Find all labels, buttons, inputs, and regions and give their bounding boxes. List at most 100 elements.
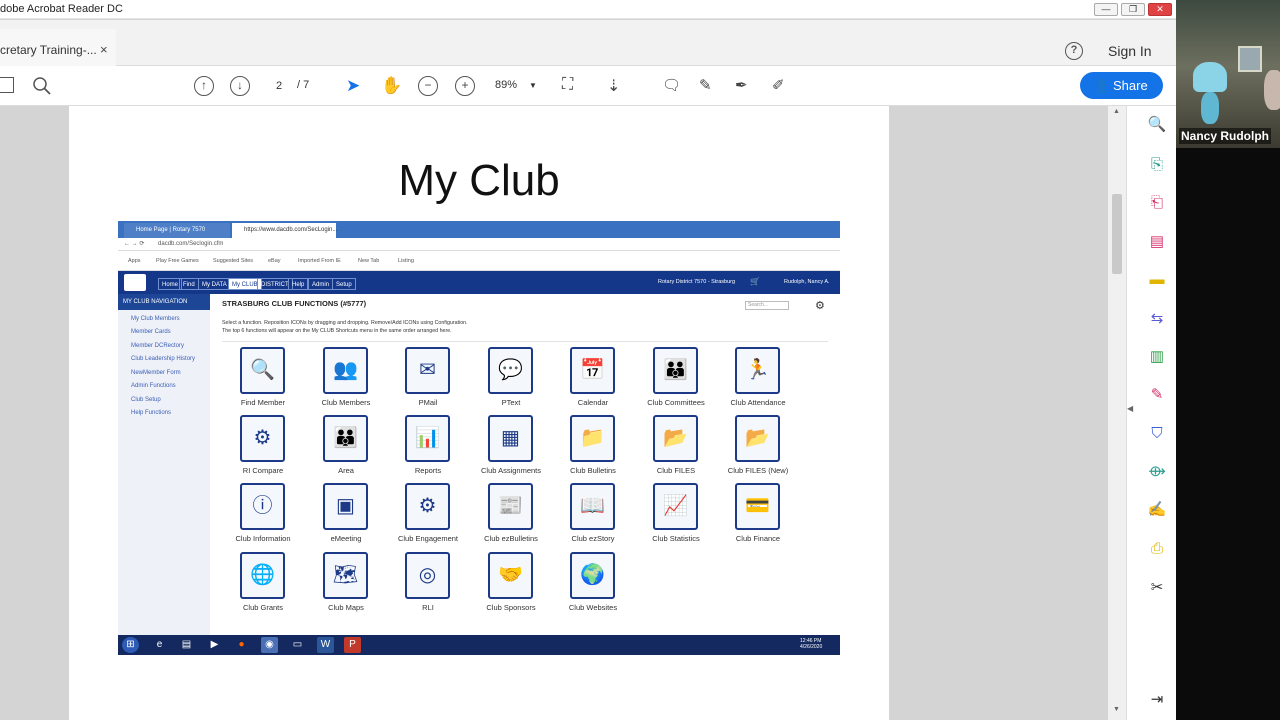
- mail-icon[interactable]: [0, 77, 14, 93]
- function-tile-icon: 🤝: [488, 552, 533, 599]
- lamp-shade: [1193, 62, 1227, 92]
- bookmark-item: Play Free Games: [156, 258, 199, 264]
- collapse-pane-arrow[interactable]: ◀: [1127, 404, 1133, 413]
- function-tile: 📊 Reports: [387, 415, 469, 481]
- function-tile-icon: 🌍: [570, 552, 615, 599]
- export-pdf-icon[interactable]: ⎘: [1147, 155, 1167, 175]
- function-tile-label: Club Engagement: [397, 534, 459, 543]
- function-tile: ◎ RLI: [387, 552, 469, 618]
- function-tile: 📈 Club Statistics: [635, 483, 717, 549]
- function-tile-label: Calendar: [577, 398, 609, 407]
- sign-in-link[interactable]: Sign In: [1108, 43, 1152, 59]
- function-tile: 💬 PText: [470, 347, 552, 413]
- organize-pages-icon[interactable]: ▤: [1147, 232, 1167, 252]
- page-number-input[interactable]: 2: [265, 77, 293, 95]
- function-tile: ▣ eMeeting: [305, 483, 387, 549]
- window-titlebar: dobe Acrobat Reader DC — ❐ ✕: [0, 0, 1176, 19]
- close-window-button[interactable]: ✕: [1148, 3, 1172, 16]
- sign-icon[interactable]: ✒: [735, 76, 755, 96]
- page-total: / 7: [297, 79, 310, 91]
- system-clock: 12:46 PM 4/26/2020: [800, 638, 822, 650]
- bookmark-item: Suggested Sites: [213, 258, 254, 264]
- scroll-up-arrow[interactable]: ▲: [1113, 108, 1120, 115]
- function-tile-icon: ⚙: [405, 483, 450, 530]
- firefox-icon: ●: [238, 639, 245, 650]
- browser-url: dacdb.com/Seclogin.cfm: [158, 241, 224, 247]
- bookmarks-bar: Apps Play Free Games Suggested Sites eBa…: [118, 251, 840, 271]
- function-tile: 📂 Club FILES (New): [717, 415, 799, 481]
- sidebar-item: Member Cards: [131, 329, 171, 335]
- search-icon[interactable]: [32, 76, 52, 96]
- scroll-down-arrow[interactable]: ▼: [1113, 706, 1120, 713]
- function-tile: 📂 Club FILES: [635, 415, 717, 481]
- dacdb-logo: [124, 274, 146, 291]
- scrollbar-thumb[interactable]: [1112, 194, 1122, 274]
- function-tile-label: PMail: [418, 398, 438, 407]
- document-tool-icon[interactable]: ⎙: [1147, 539, 1167, 559]
- function-tile: ⚙ Club Engagement: [387, 483, 469, 549]
- previous-page-icon[interactable]: ↑: [194, 76, 214, 96]
- vertical-scrollbar[interactable]: ▲ ▼: [1108, 106, 1126, 720]
- function-tile: 💳 Club Finance: [717, 483, 799, 549]
- app-title: dobe Acrobat Reader DC: [0, 3, 123, 15]
- protect-icon[interactable]: ⛉: [1147, 424, 1167, 444]
- sidebar-item: Member DCRectory: [131, 343, 185, 349]
- signature-icon[interactable]: ✍: [1147, 500, 1167, 520]
- function-tile-icon: ◎: [405, 552, 450, 599]
- add-user-icon: 👤: [1093, 78, 1110, 93]
- function-tile-icon: 📂: [653, 415, 698, 462]
- next-page-icon[interactable]: ↓: [230, 76, 250, 96]
- search-icon[interactable]: 🔍: [1147, 115, 1167, 135]
- sidebar-item: Club Setup: [131, 397, 161, 403]
- more-tools-icon[interactable]: ✂: [1147, 578, 1167, 598]
- compress-icon[interactable]: ▥: [1147, 347, 1167, 367]
- help-icon[interactable]: ?: [1065, 42, 1083, 60]
- create-pdf-icon[interactable]: ⎗: [1147, 193, 1167, 213]
- sidebar-item: NewMember Form: [131, 370, 181, 376]
- function-tile-label: Club ezBulletins: [484, 534, 538, 543]
- zoom-out-icon[interactable]: −: [418, 76, 438, 96]
- comment-tool-icon[interactable]: ▬: [1147, 270, 1167, 290]
- function-tile: 👪 Area: [305, 415, 387, 481]
- send-for-review-icon[interactable]: ⟴: [1147, 462, 1167, 482]
- club-functions-panel: STRASBURG CLUB FUNCTIONS (#5777) Search.…: [210, 294, 840, 635]
- clock-date: 4/26/2020: [800, 644, 823, 650]
- function-tile-icon: 🏃: [735, 347, 780, 394]
- club-navigation-sidebar: MY CLUB NAVIGATION My Club Members Membe…: [118, 294, 210, 635]
- gear-icon: ⚙: [815, 300, 825, 312]
- function-tile-icon: 👥: [323, 347, 368, 394]
- bookmark-item: Imported From IE: [298, 258, 341, 264]
- hand-tool-icon[interactable]: ✋: [381, 76, 402, 96]
- fill-sign-icon[interactable]: ✐: [772, 76, 792, 96]
- description-line: Select a function. Reposition ICONs by d…: [222, 320, 468, 326]
- close-tab-icon[interactable]: ×: [100, 42, 108, 57]
- select-cursor-icon[interactable]: ➤: [346, 76, 366, 96]
- browser-address-bar: ← → ⟳ dacdb.com/Seclogin.cfm: [118, 238, 840, 251]
- function-tile-icon: ⓘ: [240, 483, 285, 530]
- fit-page-icon[interactable]: ⛶: [562, 76, 582, 96]
- folder-icon: ▤: [181, 639, 192, 650]
- zoom-in-icon[interactable]: +: [455, 76, 475, 96]
- function-tile-label: Club Websites: [568, 603, 618, 612]
- scroll-mode-icon[interactable]: ⇣: [607, 76, 627, 96]
- restore-button[interactable]: ❐: [1121, 3, 1145, 16]
- share-button[interactable]: 👤 Share: [1080, 72, 1163, 99]
- function-tile-label: Club ezStory: [571, 534, 615, 543]
- function-tile-icon: 💬: [488, 347, 533, 394]
- function-tile-icon: ⚙: [240, 415, 285, 462]
- combine-files-icon[interactable]: ⇆: [1147, 309, 1167, 329]
- minimize-button[interactable]: —: [1094, 3, 1118, 16]
- fill-sign-tool-icon[interactable]: ✎: [1147, 385, 1167, 405]
- word-icon: W: [317, 637, 334, 653]
- function-tile: 📰 Club ezBulletins: [470, 483, 552, 549]
- comment-icon[interactable]: 🗨: [662, 76, 682, 96]
- highlight-pen-icon[interactable]: ✎: [699, 76, 719, 96]
- bookmark-item: Apps: [128, 258, 141, 264]
- back-icon: ← → ⟳: [124, 241, 145, 247]
- document-tab[interactable]: cretary Training-... ×: [0, 29, 116, 66]
- zoom-level-select[interactable]: 89% ▼: [495, 79, 537, 91]
- expand-pane-icon[interactable]: ⇥: [1147, 690, 1167, 710]
- function-tile-icon: 📊: [405, 415, 450, 462]
- chevron-down-icon: ▼: [529, 81, 537, 90]
- function-tile-label: Club Sponsors: [486, 603, 536, 612]
